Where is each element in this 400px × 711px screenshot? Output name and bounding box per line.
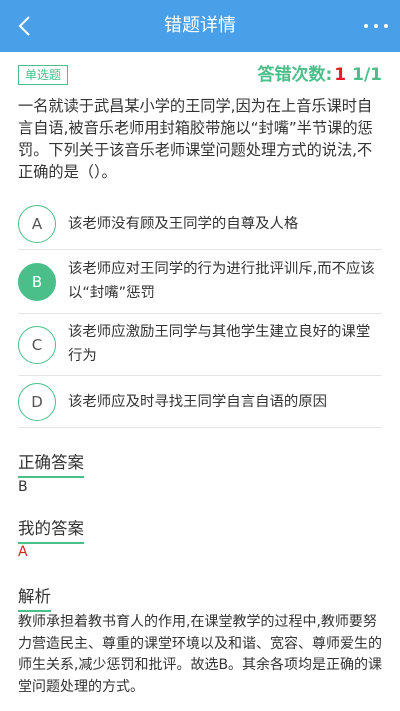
correct-answer-title: 正确答案 xyxy=(18,452,84,478)
page-title: 错题详情 xyxy=(164,15,236,36)
correct-answer-value: B xyxy=(18,479,28,495)
option-a-text: 该老师没有顾及王同学的自尊及人格 xyxy=(68,216,299,232)
option-d-text: 该老师应及时寻找王同学自言自语的原因 xyxy=(68,394,328,410)
option-c[interactable]: C 该老师应激励王同学与其他学生建立良好的课堂行为 xyxy=(18,314,382,376)
error-count-value: 1 xyxy=(334,65,347,85)
more-button[interactable] xyxy=(360,10,392,42)
option-a-circle: A xyxy=(18,205,56,243)
option-b-circle: B xyxy=(18,263,56,301)
question-type-badge: 单选题 xyxy=(18,65,68,85)
error-count: 答错次数: 1 1/1 xyxy=(257,62,382,88)
error-count-label: 答错次数: xyxy=(257,65,333,85)
option-d[interactable]: D 该老师应及时寻找王同学自言自语的原因 xyxy=(18,376,382,428)
option-b[interactable]: B 该老师应对王同学的行为进行批评训斥,而不应该以“封嘴”惩罚 xyxy=(18,250,382,314)
page-indicator: 1/1 xyxy=(352,65,382,85)
analysis-title: 解析 xyxy=(18,586,51,612)
analysis-text: 教师承担着教书育人的作用,在课堂教学的过程中,教师要努力营造民主、尊重的课堂环境… xyxy=(18,614,383,695)
header-bar: 错题详情 xyxy=(0,0,400,52)
question-text: 一名就读于武昌某小学的王同学,因为在上音乐课时自言自语,被音乐老师用封箱胶带施以… xyxy=(18,97,373,181)
option-c-text: 该老师应激励王同学与其他学生建立良好的课堂行为 xyxy=(68,324,371,364)
option-a[interactable]: A 该老师没有顾及王同学的自尊及人格 xyxy=(18,200,382,250)
my-answer-value: A xyxy=(18,544,28,560)
option-d-circle: D xyxy=(18,383,56,421)
more-horizontal-icon xyxy=(364,24,368,28)
option-b-text: 该老师应对王同学的行为进行批评训斥,而不应该以“封嘴”惩罚 xyxy=(68,261,375,301)
my-answer-title: 我的答案 xyxy=(18,518,84,544)
option-c-circle: C xyxy=(18,326,56,364)
